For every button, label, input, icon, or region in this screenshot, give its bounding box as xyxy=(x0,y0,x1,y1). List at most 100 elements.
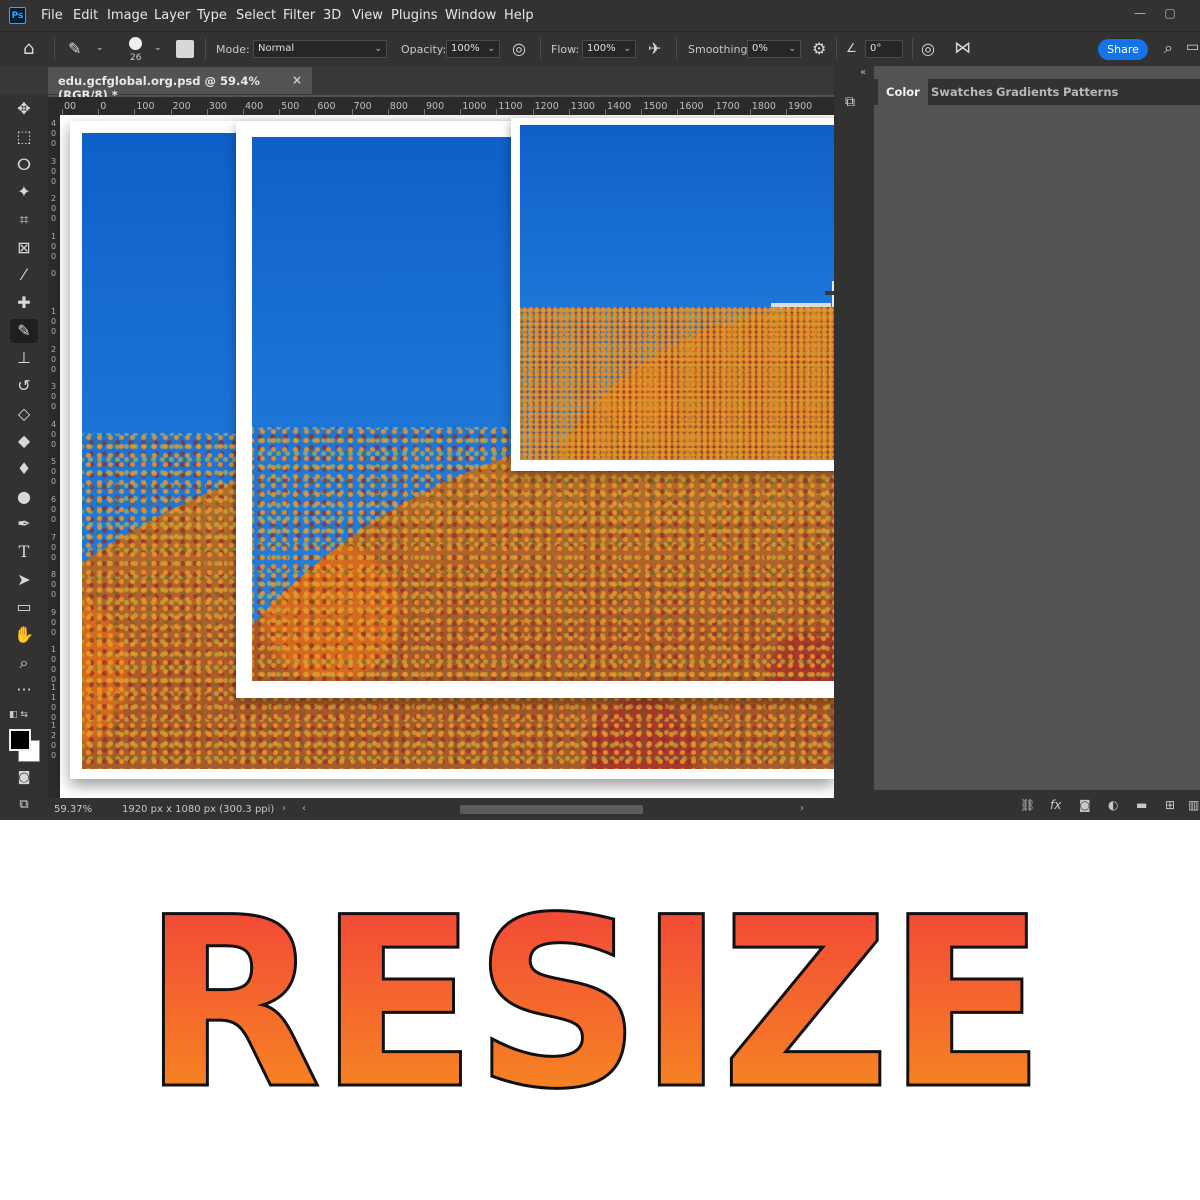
ruler-tick-label: 1100 xyxy=(498,101,523,112)
folder-icon[interactable]: ▬ xyxy=(1136,798,1147,812)
ruler-tick-label: 800 xyxy=(51,570,57,600)
menu-edit[interactable]: Edit xyxy=(73,8,98,23)
ruler-tick-label: 1600 xyxy=(679,101,704,112)
ruler-tick-label: 1000 xyxy=(51,645,57,685)
screen-mode-icon[interactable]: ⧉ xyxy=(10,793,38,817)
hand-tool-icon[interactable]: ✋ xyxy=(10,623,38,647)
lasso-tool-icon[interactable]: ⵔ xyxy=(10,153,38,177)
move-tool-icon[interactable]: ✥ xyxy=(10,97,38,121)
menu-help[interactable]: Help xyxy=(504,8,534,23)
chevron-right-icon[interactable]: › xyxy=(282,803,286,814)
home-icon[interactable]: ⌂ xyxy=(23,38,34,59)
close-icon[interactable]: × xyxy=(292,73,302,87)
blur-tool-icon[interactable]: ♦ xyxy=(10,457,38,481)
pressure-size-icon[interactable]: ◎ xyxy=(921,39,935,58)
maximize-icon[interactable]: ▢ xyxy=(1160,6,1180,20)
ruler-tick-label: 300 xyxy=(208,101,227,112)
rectangle-tool-icon[interactable]: ▭ xyxy=(10,595,38,619)
eyedropper-tool-icon[interactable]: ⁄ xyxy=(10,263,38,287)
history-brush-tool-icon[interactable]: ↺ xyxy=(10,374,38,398)
airbrush-icon[interactable]: ✈ xyxy=(648,39,661,58)
document-canvas[interactable] xyxy=(60,115,1144,798)
tab-patterns[interactable]: Patterns xyxy=(1055,79,1126,105)
quick-mask-icon[interactable]: ◙ xyxy=(10,766,38,790)
pressure-opacity-icon[interactable]: ◎ xyxy=(512,39,526,58)
add-mask-icon[interactable]: ◙ xyxy=(1079,798,1091,812)
divider xyxy=(540,38,541,60)
clone-stamp-tool-icon[interactable]: ⊥ xyxy=(10,346,38,370)
foreground-color-swatch[interactable] xyxy=(9,729,31,751)
symmetry-butterfly-icon[interactable]: ⋈ xyxy=(954,38,971,58)
menu-type[interactable]: Type xyxy=(197,8,227,23)
marquee-tool-icon[interactable]: ⬚ xyxy=(10,125,38,149)
brush-tip-icon[interactable] xyxy=(129,37,142,50)
mode-select[interactable]: Normal ⌄ xyxy=(253,40,387,58)
ruler-tick-label: 1000 xyxy=(462,101,487,112)
frame-tool-icon[interactable]: ⊠ xyxy=(10,236,38,260)
ruler-tick-label: 500 xyxy=(51,457,57,487)
ruler-tick-label: 400 xyxy=(245,101,264,112)
default-colors-icon[interactable]: ◧ ⇆ xyxy=(9,710,28,720)
ruler-tick-label: 800 xyxy=(389,101,408,112)
share-button[interactable]: Share xyxy=(1098,39,1148,60)
menu-plugins[interactable]: Plugins xyxy=(391,8,438,23)
minimize-icon[interactable]: — xyxy=(1130,6,1150,20)
opacity-field[interactable]: 100% ⌄ xyxy=(446,40,500,58)
menu-view[interactable]: View xyxy=(352,8,383,23)
more-tools-icon[interactable]: ··· xyxy=(10,678,38,702)
search-icon[interactable]: ⌕ xyxy=(1164,38,1173,58)
ruler-tick-label: 300 xyxy=(51,156,57,186)
smoothing-label: Smoothing: xyxy=(688,43,752,56)
options-bar: ⌂ ✎ ⌄ 26 ⌄ Mode: Normal ⌄ Opacity: 100% ⌄ … xyxy=(0,31,1200,67)
ruler-tick-label: 1400 xyxy=(607,101,632,112)
zoom-tool-icon[interactable]: ⌕ xyxy=(10,651,38,675)
ruler-tick-label: 400 xyxy=(51,419,57,449)
ruler-tick-label: 600 xyxy=(51,495,57,524)
menu-3d[interactable]: 3D xyxy=(323,8,341,23)
gear-icon[interactable]: ⚙ xyxy=(812,39,826,58)
ruler-tick-label: 900 xyxy=(51,607,57,637)
document-tab[interactable]: edu.gcfglobal.org.psd @ 59.4% (RGB/8) * … xyxy=(48,67,312,102)
horizontal-scrollbar[interactable] xyxy=(460,805,643,814)
menu-filter[interactable]: Filter xyxy=(283,8,315,23)
angle-field[interactable]: 0° xyxy=(865,40,903,58)
workspace-icon[interactable]: ▭ xyxy=(1186,39,1199,55)
new-layer-icon[interactable]: ⊞ xyxy=(1165,798,1175,812)
link-layers-icon[interactable]: ⛓ xyxy=(1020,798,1035,812)
smoothing-field[interactable]: 0% ⌄ xyxy=(747,40,801,58)
magic-wand-tool-icon[interactable]: ✦ xyxy=(10,180,38,204)
pen-tool-icon[interactable]: ✒ xyxy=(10,512,38,536)
chevron-down-icon[interactable]: ⌄ xyxy=(96,43,104,53)
trash-icon[interactable]: ▥ xyxy=(1188,798,1199,812)
ruler-tick-label: 1800 xyxy=(751,101,776,112)
adjustment-layer-icon[interactable]: ◐ xyxy=(1108,798,1118,812)
tab-color[interactable]: Color xyxy=(878,79,928,105)
chevron-down-icon[interactable]: ⌄ xyxy=(154,43,162,53)
flow-field[interactable]: 100% ⌄ xyxy=(582,40,636,58)
brush-size-value: 26 xyxy=(130,53,142,63)
brush-tool-icon[interactable]: ✎ xyxy=(10,319,38,343)
paint-bucket-tool-icon[interactable]: ◆ xyxy=(10,429,38,453)
ruler-tick-label: 700 xyxy=(353,101,372,112)
eraser-tool-icon[interactable]: ◇ xyxy=(10,402,38,426)
history-panel-icon[interactable]: ⧉ xyxy=(845,94,855,110)
healing-brush-tool-icon[interactable]: ✚ xyxy=(10,291,38,315)
menu-window[interactable]: Window xyxy=(445,8,496,23)
type-tool-icon[interactable]: T xyxy=(10,540,38,564)
fx-icon[interactable]: fx xyxy=(1050,798,1061,812)
path-selection-tool-icon[interactable]: ➤ xyxy=(10,568,38,592)
ruler-tick-label: 200 xyxy=(51,194,57,224)
menu-layer[interactable]: Layer xyxy=(154,8,190,23)
crop-tool-icon[interactable]: ⌗ xyxy=(10,208,38,232)
scroll-right-icon[interactable]: › xyxy=(800,803,804,814)
zoom-level[interactable]: 59.37% xyxy=(54,804,92,815)
brush-preset-icon[interactable]: ✎ xyxy=(68,39,81,58)
menu-select[interactable]: Select xyxy=(236,8,276,23)
dodge-tool-icon[interactable]: ● xyxy=(10,485,38,509)
scroll-left-icon[interactable]: ‹ xyxy=(302,803,306,814)
brush-settings-icon[interactable] xyxy=(176,40,194,58)
divider xyxy=(676,38,677,60)
collapse-chevron-icon[interactable]: « xyxy=(860,67,866,78)
menu-image[interactable]: Image xyxy=(107,8,148,23)
menu-file[interactable]: File xyxy=(41,8,63,23)
